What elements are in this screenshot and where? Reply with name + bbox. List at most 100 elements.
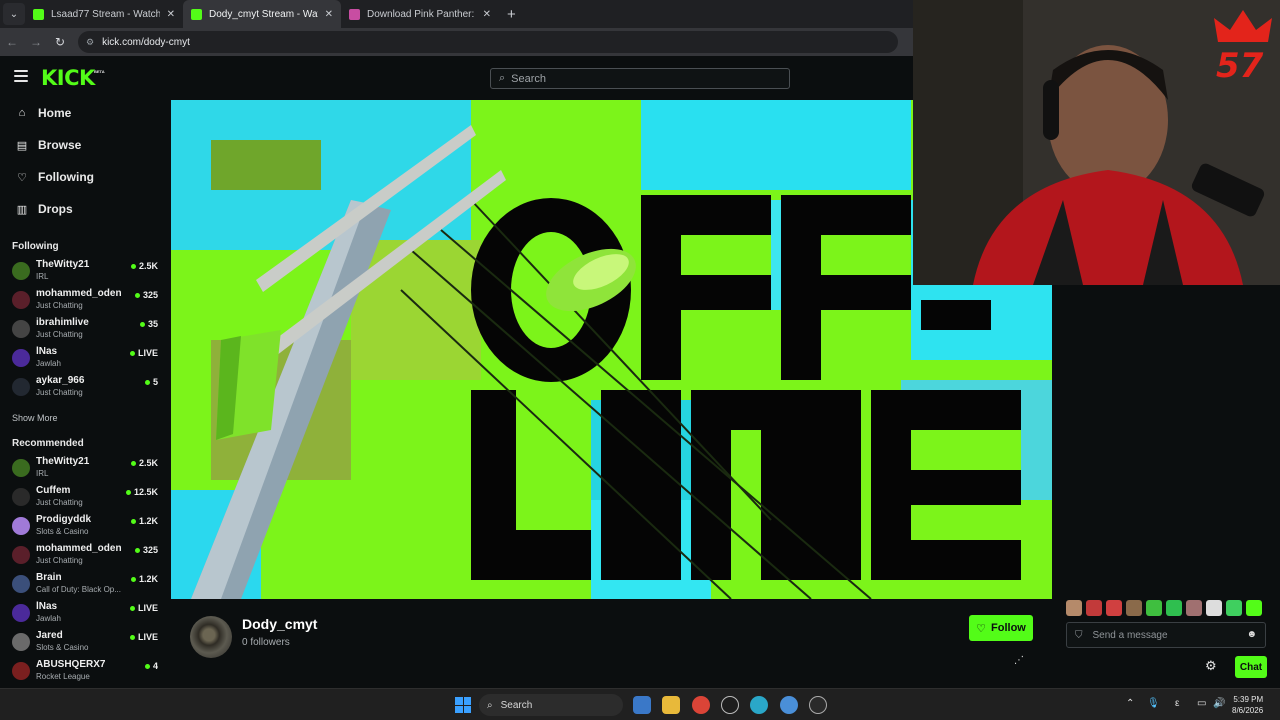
emote-icon[interactable] xyxy=(1166,600,1182,616)
back-arrow-icon[interactable]: ← xyxy=(0,35,24,49)
chrome-active-icon[interactable] xyxy=(780,696,798,714)
sidebar-channel-item[interactable]: TheWitty21 IRL 2.5K xyxy=(12,455,162,483)
nav-following[interactable]: ♡ Following xyxy=(16,170,94,184)
emote-icon[interactable] xyxy=(1246,600,1262,616)
site-info-icon[interactable]: ⚙ xyxy=(86,37,94,48)
show-more-link[interactable]: Show More xyxy=(12,413,58,423)
viewer-count: 1.2K xyxy=(130,574,158,584)
search-input[interactable]: ⌕ Search xyxy=(490,68,790,89)
system-clock[interactable]: 5:39 PM 8/6/2026 xyxy=(1232,694,1263,716)
channel-name: TheWitty21 xyxy=(36,456,90,467)
viewer-count: 1.2K xyxy=(130,516,158,526)
emote-icon[interactable] xyxy=(1086,600,1102,616)
emote-icon[interactable] xyxy=(1226,600,1242,616)
channel-name: ABUSHQERX7 xyxy=(36,659,106,670)
menu-hamburger-icon[interactable] xyxy=(14,70,28,82)
sidebar-channel-item[interactable]: Jared Slots & Casino LIVE xyxy=(12,629,162,657)
sidebar-channel-item[interactable]: ABUSHQERX7 Rocket League 4 xyxy=(12,658,162,686)
browser-tab-active[interactable]: Dody_cmyt Stream - Watch Live ✕ xyxy=(183,0,341,28)
channel-avatar xyxy=(12,546,30,564)
browser-tab[interactable]: Download Pink Panther: Pinkad ✕ xyxy=(341,0,499,28)
close-icon[interactable]: ✕ xyxy=(483,9,491,20)
obs-icon[interactable] xyxy=(809,696,827,714)
sidebar-channel-item[interactable]: Brain Call of Duty: Black Op... 1.2K xyxy=(12,571,162,599)
nav-drops[interactable]: ▥ Drops xyxy=(16,202,73,216)
emote-icon[interactable] xyxy=(1106,600,1122,616)
chat-send-button[interactable]: Chat xyxy=(1235,656,1267,678)
store-app-icon[interactable] xyxy=(633,696,651,714)
emoji-picker-icon[interactable]: ☻ xyxy=(1246,629,1257,640)
channel-category: Slots & Casino xyxy=(36,527,89,536)
channel-avatar xyxy=(12,488,30,506)
nav-label: Drops xyxy=(38,202,73,216)
kick-logo[interactable]: KICK xyxy=(41,66,95,90)
live-dot-icon xyxy=(129,634,135,640)
following-heading: Following xyxy=(12,241,59,252)
screen: ⌄ Lsaad77 Stream - Watch Live o ✕ Dody_c… xyxy=(0,0,1280,720)
emote-icon[interactable] xyxy=(1146,600,1162,616)
close-icon[interactable]: ✕ xyxy=(167,9,175,20)
sidebar-channel-item[interactable]: lNas Jawlah LIVE xyxy=(12,345,162,373)
heart-icon: ♡ xyxy=(17,171,27,184)
browser-tab[interactable]: Lsaad77 Stream - Watch Live o ✕ xyxy=(25,0,183,28)
sidebar-channel-item[interactable]: ibrahimlive Just Chatting 35 xyxy=(12,316,162,344)
browser-tab-strip: ⌄ Lsaad77 Stream - Watch Live o ✕ Dody_c… xyxy=(0,0,913,28)
follow-button[interactable]: ♡ Follow xyxy=(969,615,1033,641)
live-dot-icon xyxy=(129,605,135,611)
sidebar-channel-item[interactable]: TheWitty21 IRL 2.5K xyxy=(12,258,162,286)
forward-arrow-icon[interactable]: → xyxy=(24,35,48,49)
channel-name: mohammed_oden xyxy=(36,543,122,554)
emote-icon[interactable] xyxy=(1066,600,1082,616)
streamer-name[interactable]: Dody_cmyt xyxy=(242,616,317,632)
live-dot-icon xyxy=(129,350,135,356)
file-explorer-icon[interactable] xyxy=(662,696,680,714)
channel-avatar xyxy=(12,575,30,593)
viewer-count-value: 12.5K xyxy=(133,487,158,497)
viewer-count-value: LIVE xyxy=(137,632,158,642)
channel-avatar xyxy=(12,604,30,622)
channel-name: ibrahimlive xyxy=(36,317,89,328)
drops-icon: ▥ xyxy=(16,203,28,216)
app-icon[interactable] xyxy=(721,696,739,714)
emote-icon[interactable] xyxy=(1126,600,1142,616)
nav-home[interactable]: ⌂ Home xyxy=(16,106,72,120)
emote-icon[interactable] xyxy=(1206,600,1222,616)
tray-overflow-chevron-icon[interactable]: ⌃ xyxy=(1126,698,1134,709)
share-icon[interactable]: ⋰ xyxy=(1014,655,1024,666)
chat-message-input[interactable]: ⛉ Send a message ☻ xyxy=(1066,622,1266,648)
reload-icon[interactable]: ↻ xyxy=(48,35,72,49)
channel-name: aykar_966 xyxy=(36,375,85,386)
sidebar-channel-item[interactable]: aykar_966 Just Chatting 5 xyxy=(12,374,162,402)
live-dot-icon xyxy=(130,518,136,524)
emote-icon[interactable] xyxy=(1186,600,1202,616)
edge-icon[interactable] xyxy=(750,696,768,714)
channel-category: IRL xyxy=(36,272,49,281)
viewer-count: 5 xyxy=(144,377,158,387)
viewer-count: 2.5K xyxy=(130,458,158,468)
network-icon[interactable]: ▭ xyxy=(1197,698,1206,709)
viewer-count-value: LIVE xyxy=(137,603,158,613)
tab-search-button[interactable]: ⌄ xyxy=(3,3,25,25)
streamer-avatar[interactable] xyxy=(190,616,232,658)
sidebar-channel-item[interactable]: mohammed_oden Just Chatting 325 xyxy=(12,287,162,315)
microphone-icon[interactable]: 🎙 xyxy=(1147,698,1160,709)
nav-browse[interactable]: ▤ Browse xyxy=(16,138,82,152)
chat-settings-gear-icon[interactable]: ⚙ xyxy=(1205,658,1217,674)
volume-icon[interactable]: 🔊 xyxy=(1213,698,1225,709)
sidebar-channel-item[interactable]: mohammed_oden Just Chatting 325 xyxy=(12,542,162,570)
chrome-icon[interactable] xyxy=(692,696,710,714)
new-tab-plus-icon[interactable]: + xyxy=(507,6,516,23)
sidebar-channel-item[interactable]: Cuffem Just Chatting 12.5K xyxy=(12,484,162,512)
url-bar[interactable]: ⚙ kick.com/dody-cmyt xyxy=(78,31,898,53)
sidebar-channel-item[interactable]: lNas Jawlah LIVE xyxy=(12,600,162,628)
taskbar-search[interactable]: ⌕ Search xyxy=(479,694,623,716)
channel-avatar xyxy=(12,291,30,309)
close-icon[interactable]: ✕ xyxy=(325,9,333,20)
viewer-count-value: 35 xyxy=(147,319,158,329)
sidebar-channel-item[interactable]: Prodigyddk Slots & Casino 1.2K xyxy=(12,513,162,541)
windows-start-icon[interactable] xyxy=(455,697,471,713)
input-language-indicator[interactable]: ε xyxy=(1175,698,1179,709)
channel-avatar xyxy=(12,517,30,535)
browse-icon: ▤ xyxy=(16,139,28,152)
channel-name: lNas xyxy=(36,346,58,357)
